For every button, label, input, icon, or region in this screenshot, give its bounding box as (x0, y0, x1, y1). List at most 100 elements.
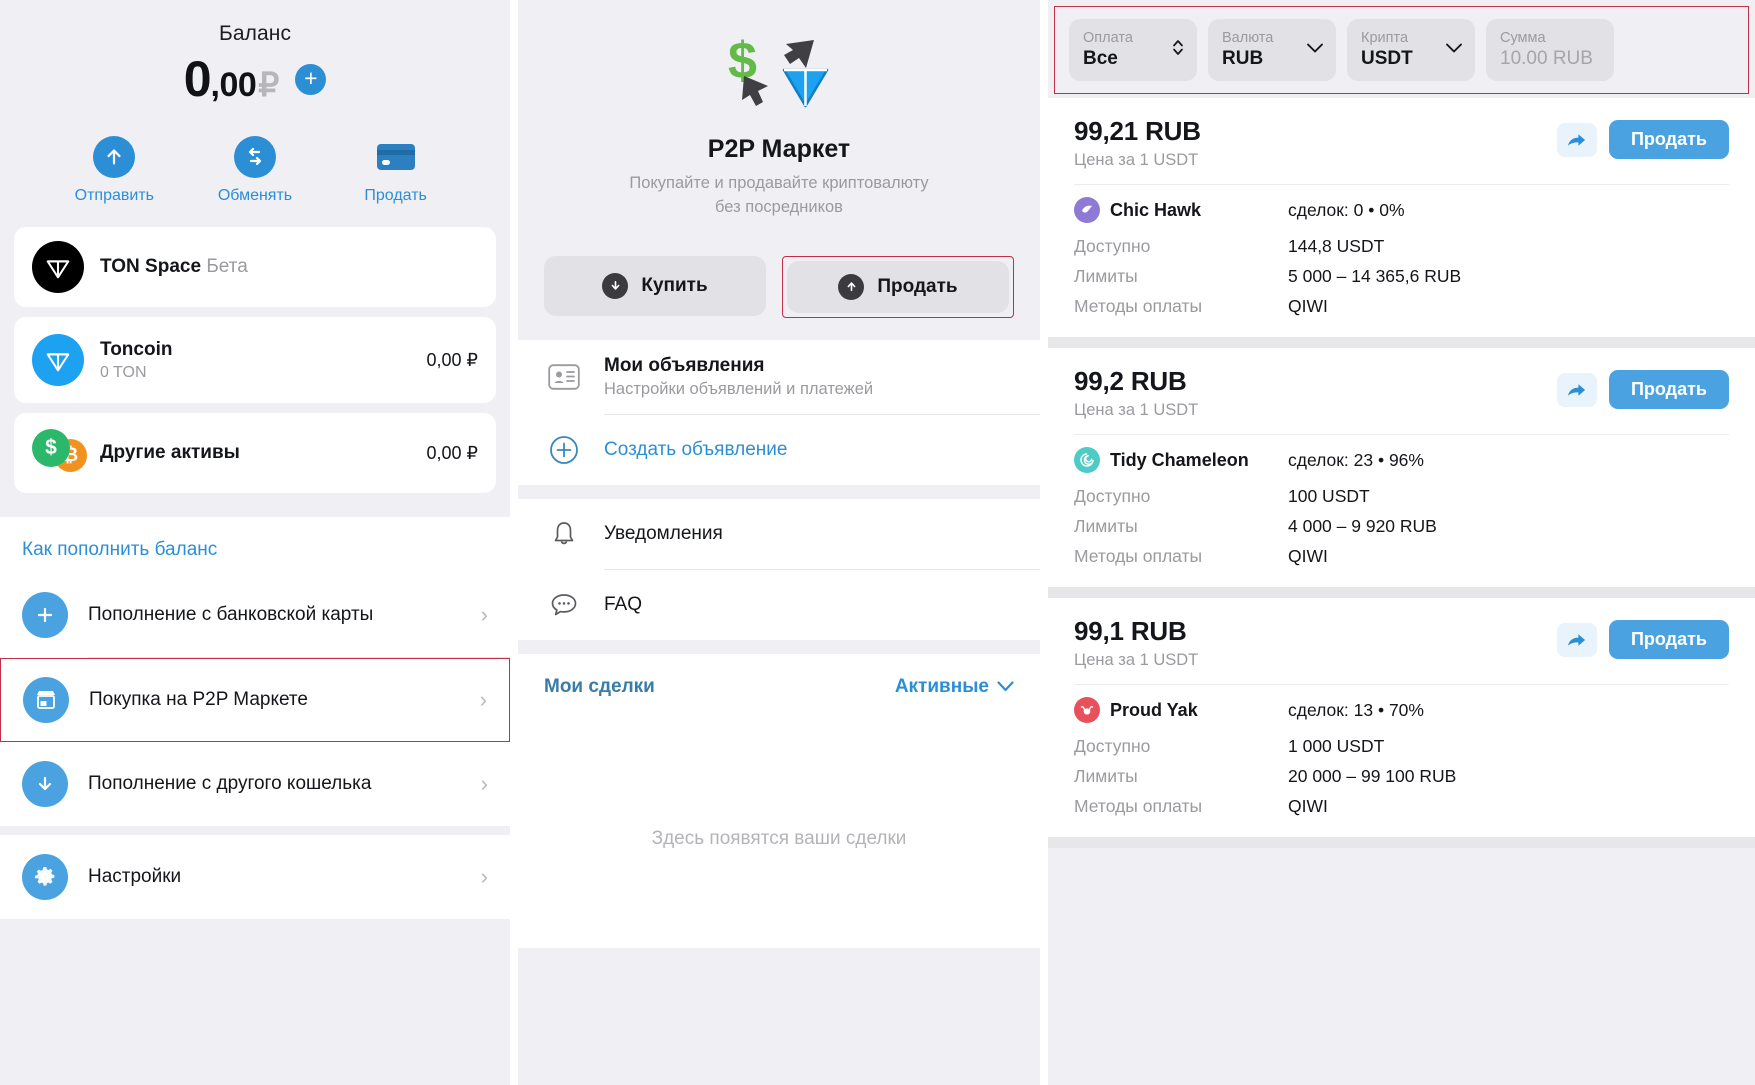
asset-value: 0,00 ₽ (426, 442, 479, 463)
share-arrow-icon[interactable] (1556, 372, 1597, 407)
p2p-market-logo: $ (714, 26, 844, 121)
merchant-name: Proud Yak (1110, 699, 1198, 720)
filter-label: Оплата (1083, 29, 1133, 46)
contact-card-icon (544, 364, 584, 390)
divider (1074, 184, 1729, 185)
filter-crypto[interactable]: Крипта USDT (1347, 19, 1475, 81)
offer-available-label: Доступно (1074, 236, 1151, 256)
beta-badge: Бета (206, 256, 248, 277)
offer-price-caption: Цена за 1 USDT (1074, 151, 1199, 169)
merchant-name: Chic Hawk (1110, 199, 1202, 220)
my-deals-title: Мои сделки (544, 675, 655, 697)
deals-filter-dropdown[interactable]: Активные (895, 676, 1014, 698)
offer-methods-value: QIWI (1288, 796, 1328, 816)
chevron-right-icon: › (480, 771, 488, 796)
menu-item-create-ad[interactable]: Создать объявление (518, 415, 1040, 485)
sell-button[interactable]: Продать (787, 260, 1009, 313)
asset-text: Toncoin 0 TON (100, 339, 427, 382)
offer-methods-row: Методы оплаты QIWI (1074, 296, 1729, 317)
replenish-row-label: Пополнение с банковской карты (88, 604, 374, 625)
merchant-name: Tidy Chameleon (1110, 449, 1249, 470)
arrow-up-icon (838, 273, 865, 300)
share-arrow-icon[interactable] (1556, 622, 1597, 657)
offer-price: 99,1 RUB (1074, 616, 1187, 646)
offers-list: 99,21 RUB Цена за 1 USDT Продать Chic Ha… (1048, 98, 1755, 848)
chevron-right-icon: › (480, 602, 488, 627)
asset-row-other[interactable]: $ ₿ Другие активы 0,00 ₽ (14, 413, 496, 493)
replenish-row-bank-card[interactable]: Пополнение с банковской карты › (0, 573, 510, 657)
ton-diamond-black-icon (32, 241, 84, 293)
menu-item-text: Мои объявления Настройки объявлений и пл… (604, 355, 1014, 399)
menu-item-my-ads[interactable]: Мои объявления Настройки объявлений и пл… (518, 340, 1040, 414)
offer-available-row: Доступно 100 USDT (1074, 486, 1729, 507)
merchant-stats: сделок: 0 • 0% (1288, 199, 1405, 220)
wallet-panel: Баланс 0 ,00 ₽ + Отправить Обменять Прод… (0, 0, 510, 1085)
dollar-coin-icon: $ (32, 429, 70, 467)
page-subtitle-line2: без посредников (715, 197, 843, 216)
chameleon-avatar (1074, 447, 1100, 473)
merchant-row: Proud Yak сделок: 13 • 70% (1074, 697, 1729, 723)
offer-separator (1048, 837, 1755, 848)
offer-limits-value: 4 000 – 9 920 RUB (1288, 516, 1437, 536)
filter-label: Сумма (1500, 29, 1546, 46)
chat-dots-icon (544, 591, 584, 619)
offer-methods-label: Методы оплаты (1074, 546, 1203, 566)
sell-button-wrapper: Продать (782, 255, 1014, 318)
add-funds-button[interactable]: + (295, 63, 327, 95)
merchant-row: Chic Hawk сделок: 0 • 0% (1074, 197, 1729, 223)
filter-payment[interactable]: Оплата Все (1069, 19, 1197, 81)
filter-currency[interactable]: Валюта RUB (1208, 19, 1336, 81)
offer-available-row: Доступно 144,8 USDT (1074, 236, 1729, 257)
page-subtitle: Покупайте и продавайте криптовалюту без … (518, 172, 1040, 220)
replenish-section: Как пополнить баланс Пополнение с банков… (0, 517, 510, 919)
p2p-menu: Мои объявления Настройки объявлений и пл… (518, 339, 1040, 485)
replenish-row-label: Покупка на P2P Маркете (89, 689, 308, 710)
offer-header: 99,21 RUB Цена за 1 USDT Продать (1074, 116, 1729, 170)
offer-card[interactable]: 99,2 RUB Цена за 1 USDT Продать Tidy Cha… (1048, 348, 1755, 587)
menu-item-title: Создать объявление (604, 438, 788, 460)
action-exchange-label: Обменять (217, 187, 293, 204)
replenish-row-other-wallet[interactable]: Пополнение с другого кошелька › (0, 742, 510, 826)
share-arrow-icon[interactable] (1556, 122, 1597, 157)
offer-sell-button[interactable]: Продать (1608, 620, 1729, 659)
offer-limits-row: Лимиты 5 000 – 14 365,6 RUB (1074, 266, 1729, 287)
menu-item-faq[interactable]: FAQ (518, 570, 1040, 640)
action-exchange[interactable]: Обменять (205, 136, 305, 205)
offer-actions: Продать (1556, 616, 1729, 659)
action-sell[interactable]: Продать (346, 136, 446, 205)
buy-button[interactable]: Купить (544, 255, 766, 316)
filter-amount-input[interactable]: Сумма 10.00 RUB (1486, 19, 1614, 81)
replenish-row-p2p-market[interactable]: Покупка на P2P Маркете › (0, 658, 510, 742)
settings-row[interactable]: Настройки › (0, 835, 510, 919)
offer-price-block: 99,1 RUB Цена за 1 USDT (1074, 616, 1198, 670)
chevron-right-icon: › (480, 864, 488, 889)
offer-card[interactable]: 99,1 RUB Цена за 1 USDT Продать Proud Ya… (1048, 598, 1755, 837)
asset-name: Toncoin (100, 338, 173, 360)
offer-available-label: Доступно (1074, 486, 1151, 506)
balance-integer: 0 (183, 51, 212, 107)
asset-value: 0,00 ₽ (426, 349, 479, 370)
divider (1074, 434, 1729, 435)
arrow-down-icon (602, 272, 629, 299)
offer-sell-button[interactable]: Продать (1608, 370, 1729, 409)
menu-item-notifications[interactable]: Уведомления (518, 499, 1040, 569)
offer-card[interactable]: 99,21 RUB Цена за 1 USDT Продать Chic Ha… (1048, 98, 1755, 337)
asset-row-ton-space[interactable]: TON Space Бета (14, 227, 496, 307)
dual-coin-icon: $ ₿ (32, 427, 87, 479)
menu-item-text: Уведомления (604, 523, 1014, 545)
menu-item-title: Мои объявления (604, 354, 765, 376)
gear-icon (22, 854, 68, 900)
action-send[interactable]: Отправить (64, 136, 164, 205)
asset-name: TON Space Бета (100, 256, 248, 277)
chevron-down-icon (997, 676, 1014, 698)
offer-available-row: Доступно 1 000 USDT (1074, 736, 1729, 757)
menu-item-subtitle: Настройки объявлений и платежей (604, 379, 874, 398)
divider (1074, 684, 1729, 685)
offer-sell-button[interactable]: Продать (1608, 120, 1729, 159)
asset-list: TON Space Бета Toncoin 0 TON 0,00 ₽ $ ₿ (0, 223, 510, 517)
asset-row-toncoin[interactable]: Toncoin 0 TON 0,00 ₽ (14, 317, 496, 403)
offer-available-value: 100 USDT (1288, 486, 1370, 506)
offer-limits-value: 5 000 – 14 365,6 RUB (1288, 266, 1462, 286)
merchant-row: Tidy Chameleon сделок: 23 • 96% (1074, 447, 1729, 473)
offer-separator (1048, 587, 1755, 598)
